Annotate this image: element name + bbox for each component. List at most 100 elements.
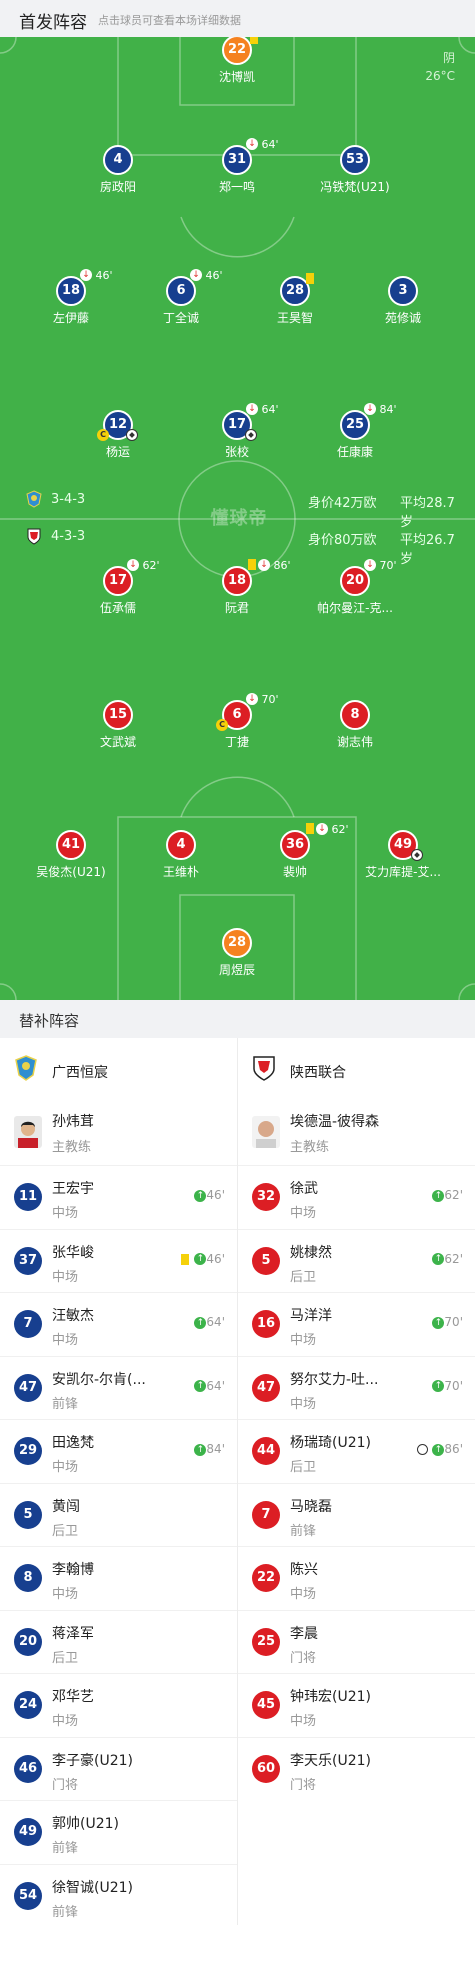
home-coach[interactable]: 孙炜茸 主教练	[0, 1101, 237, 1165]
sub-player-row[interactable]: 46 李子豪(U21) 门将	[0, 1736, 237, 1801]
player-name: 帕尔曼江-克...	[317, 601, 393, 615]
sub-player-row[interactable]: 45 钟玮宏(U21) 中场	[238, 1673, 475, 1737]
pitch-player[interactable]: 41 吴俊杰(U21)	[16, 830, 126, 884]
away-team-head[interactable]: 陕西联合	[238, 1038, 475, 1101]
sub-in-icon: ↑	[432, 1189, 445, 1202]
sub-player-row[interactable]: 44 杨瑞琦(U21) 后卫 ↑ 86'	[238, 1419, 475, 1483]
sub-out-icon: ↓	[364, 403, 376, 415]
goal-sub-indicator: ↑ 86'	[417, 1442, 463, 1456]
pitch-player[interactable]: 36 ↓ 62' 裴帅	[240, 823, 350, 884]
pitch-player[interactable]: 4 房政阳	[63, 145, 173, 199]
pitch-player[interactable]: 49 艾力库提-艾...	[348, 830, 458, 884]
pitch-player[interactable]: 53 冯铁梵(U21)	[300, 145, 410, 199]
player-position: 后卫	[52, 1650, 79, 1666]
sub-in-icon: ↑	[432, 1316, 445, 1329]
sub-out-indicator: ↓ 70'	[364, 559, 397, 573]
player-number: 25	[252, 1627, 280, 1656]
player-position: 中场	[52, 1333, 79, 1348]
pitch-player[interactable]: 8 谢志伟	[300, 700, 410, 754]
coach-name: 埃德温-彼得森	[290, 1114, 380, 1130]
sub-out-indicator: ↓ 70'	[246, 693, 279, 707]
yellow-card-icon	[306, 823, 314, 834]
player-name: 丁全诚	[162, 311, 199, 325]
sub-player-row[interactable]: 7 汪敏杰 中场 ↑ 64'	[0, 1292, 237, 1356]
player-number: 49	[14, 1818, 42, 1846]
sub-player-row[interactable]: 29 田逸梵 中场 ↑ 84'	[0, 1419, 237, 1483]
sub-player-row[interactable]: 32 徐武 中场 ↑ 62'	[238, 1165, 475, 1229]
pitch-player[interactable]: 6 ↓ 46' 丁全诚	[126, 269, 236, 330]
sub-player-row[interactable]: 20 蒋泽军 后卫	[0, 1609, 237, 1674]
sub-player-row[interactable]: 22 陈兴 中场	[238, 1546, 475, 1610]
goal-ball-icon	[126, 429, 138, 441]
sub-player-row[interactable]: 54 徐智诚(U21) 前锋	[0, 1863, 237, 1928]
pitch-player[interactable]: 15 文武斌	[63, 700, 173, 754]
goal-ball-icon	[411, 849, 423, 861]
player-name: 伍承儒	[99, 601, 136, 615]
pitch-player[interactable]: 22 沈博凯	[182, 37, 292, 89]
away-subs-column: 陕西联合 埃德温-彼得森 主教练 32 徐武 中场 ↑ 62' 5 姚棣然 后卫 …	[238, 1038, 475, 1800]
sub-player-row[interactable]: 47 努尔艾力-吐... 中场 ↑ 70'	[238, 1355, 475, 1420]
subs-header: 替补阵容	[0, 1000, 475, 1038]
yellow-card-icon	[248, 559, 256, 570]
sub-player-row[interactable]: 37 张华峻 中场 ↑ 46'	[0, 1228, 237, 1293]
pitch-player[interactable]: 28 周煜辰	[182, 928, 292, 982]
pitch-player[interactable]: 17 ↓ 64' 张校	[182, 403, 292, 464]
away-team-name: 陕西联合	[290, 1065, 346, 1081]
sub-player-row[interactable]: 7 马晓磊 前锋	[238, 1482, 475, 1547]
sub-player-row[interactable]: 25 李晨 门将	[238, 1609, 475, 1674]
pitch-player[interactable]: 4 王维朴	[126, 830, 236, 884]
sub-player-row[interactable]: 49 郭帅(U21) 前锋	[0, 1800, 237, 1864]
sub-player-row[interactable]: 5 姚棣然 后卫 ↑ 62'	[238, 1228, 475, 1293]
pitch-player[interactable]: 17 ↓ 62' 伍承儒	[63, 559, 173, 620]
player-number: 8	[14, 1564, 42, 1592]
player-name: 张校	[224, 445, 249, 459]
pitch-player[interactable]: 28 王昊智	[240, 273, 350, 330]
lineup-hint: 点击球员可查看本场详细数据	[98, 14, 241, 27]
player-name: 邓华艺	[52, 1689, 94, 1705]
player-position: 中场	[290, 1587, 317, 1602]
sub-in-icon: ↑	[194, 1189, 207, 1202]
away-team-logo-icon	[27, 528, 41, 545]
player-number: 22	[252, 1564, 280, 1592]
home-avg-age: 平均28.7岁	[400, 496, 455, 530]
sub-in-icon: ↑	[194, 1443, 207, 1456]
player-name: 李晨	[290, 1625, 318, 1642]
pitch-player[interactable]: 6 ↓ 70' C 丁捷	[182, 693, 292, 754]
sub-in-icon: ↑	[194, 1253, 207, 1265]
player-name: 钟玮宏(U21)	[290, 1689, 371, 1705]
player-name: 王昊智	[276, 311, 313, 325]
yellow-card-icon	[250, 37, 260, 47]
sub-player-row[interactable]: 24 邓华艺 中场	[0, 1673, 237, 1737]
away-coach[interactable]: 埃德温-彼得森 主教练	[238, 1101, 475, 1165]
pitch-player[interactable]: 18 ↓ 46' 左伊藤	[16, 269, 126, 330]
pitch-player[interactable]: 12 C 杨运	[63, 410, 173, 464]
coach-avatar	[14, 1116, 42, 1148]
sub-player-row[interactable]: 8 李翰博 中场	[0, 1546, 237, 1610]
player-name: 李翰博	[52, 1562, 94, 1578]
pitch-player[interactable]: 18 ↓ 86' 阮君	[182, 559, 292, 620]
player-position: 前锋	[52, 1396, 79, 1412]
pitch-player[interactable]: 3 苑修诚	[348, 276, 458, 330]
captain-badge: C	[216, 719, 228, 731]
pitch-player[interactable]: 25 ↓ 84' 任康康	[300, 403, 410, 464]
sub-out-icon: ↓	[127, 559, 139, 571]
sub-player-row[interactable]: 60 李天乐(U21) 门将	[238, 1736, 475, 1801]
sub-player-row[interactable]: 5 黄闯 后卫	[0, 1482, 237, 1547]
sub-player-row[interactable]: 11 王宏宇 中场 ↑ 46'	[0, 1165, 237, 1229]
player-name: 张华峻	[52, 1244, 94, 1261]
sub-player-row[interactable]: 16 马洋洋 中场 ↑ 70'	[238, 1292, 475, 1356]
player-position: 门将	[290, 1650, 317, 1666]
player-number: 37	[14, 1246, 42, 1275]
pitch-player[interactable]: 31 ↓ 64' 郑一鸣	[182, 138, 292, 199]
sub-out-indicator: ↓ 62'	[127, 559, 160, 573]
sub-player-row[interactable]: 47 安凯尔-尔肯(... 前锋 ↑ 64'	[0, 1355, 237, 1420]
player-position: 中场	[290, 1396, 317, 1412]
pitch-player[interactable]: 20 ↓ 70' 帕尔曼江-克...	[300, 559, 410, 620]
player-name: 黄闯	[52, 1498, 80, 1515]
home-team-head[interactable]: 广西恒宸	[0, 1038, 237, 1101]
player-name: 徐武	[290, 1181, 318, 1197]
player-number: 3	[388, 276, 418, 306]
card-sub-indicator: ↑ 46'	[181, 1252, 225, 1266]
sub-in-icon: ↑	[432, 1253, 445, 1265]
home-team-name: 广西恒宸	[52, 1065, 108, 1081]
